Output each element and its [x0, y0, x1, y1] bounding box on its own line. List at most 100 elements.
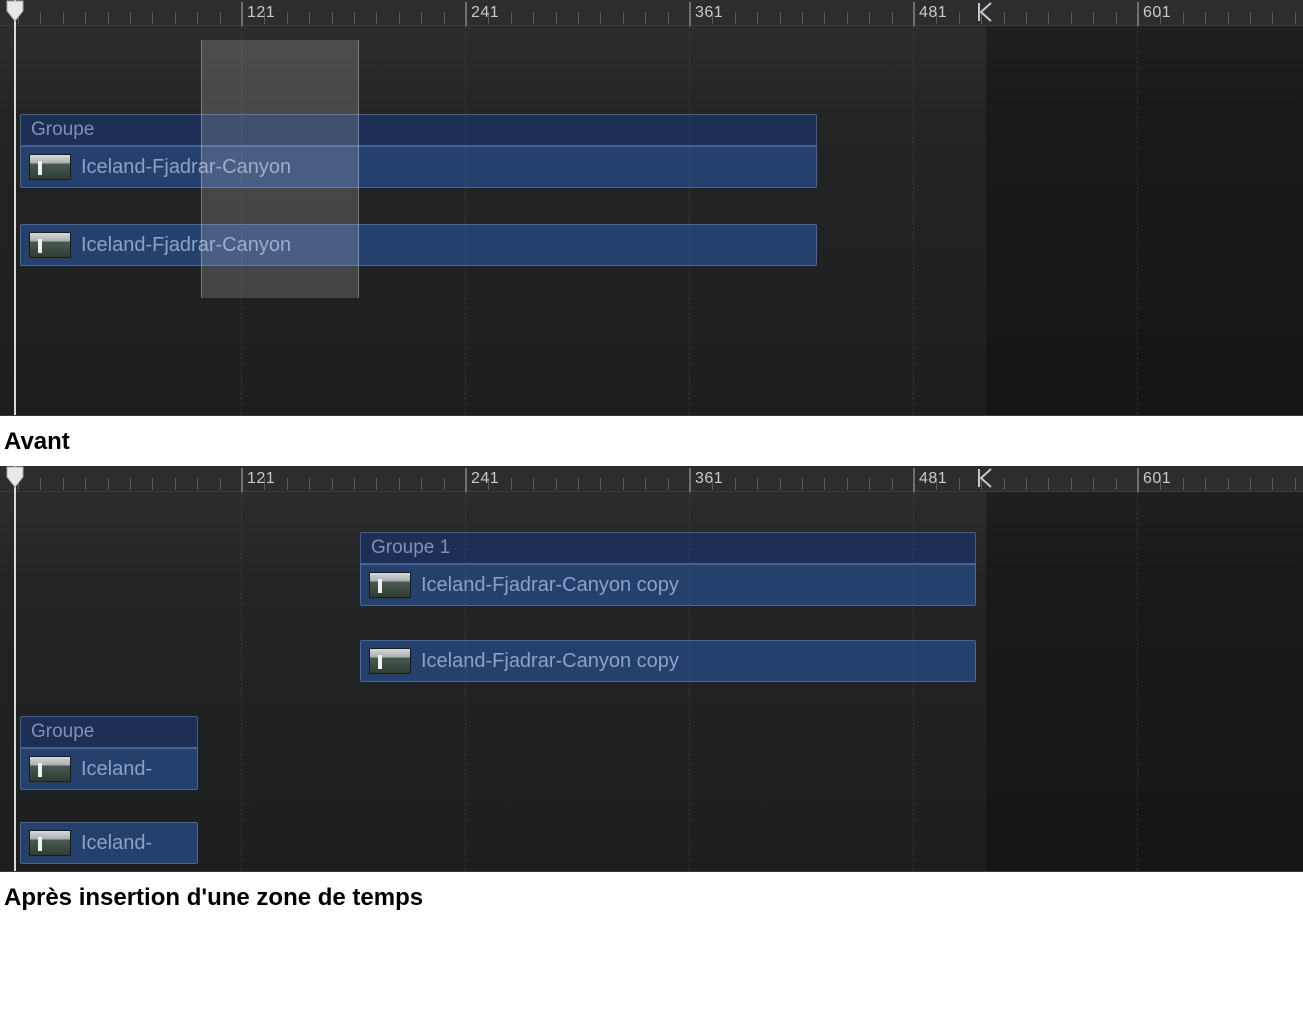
ruler-tick-major: [689, 2, 691, 26]
group-label: Groupe 1: [371, 537, 450, 558]
ruler-tick-major: [241, 468, 243, 492]
ruler-tick-minor: [1295, 478, 1296, 490]
ruler-tick-minor: [623, 478, 624, 490]
ruler-tick-minor: [1004, 12, 1005, 24]
ruler-tick-minor: [645, 12, 646, 24]
ruler-tick-label: 241: [471, 470, 499, 488]
ruler-tick-minor: [108, 478, 109, 490]
inactive-region: [986, 26, 1303, 415]
ruler-tick-minor: [220, 12, 221, 24]
ruler-tick-minor: [354, 478, 355, 490]
ruler-tick-minor: [399, 478, 400, 490]
ruler-tick-minor: [421, 478, 422, 490]
ruler-tick-minor: [824, 478, 825, 490]
clip-thumbnail: [29, 830, 71, 856]
ruler-tick-major: [913, 2, 915, 26]
ruler-tick-minor: [376, 478, 377, 490]
ruler-tick-minor: [1272, 12, 1273, 24]
clip-label: Iceland-: [81, 758, 152, 781]
playhead-handle-icon[interactable]: [6, 0, 24, 22]
ruler-tick-minor: [780, 478, 781, 490]
ruler-tick-minor: [332, 478, 333, 490]
ruler-tick-minor: [1205, 12, 1206, 24]
ruler-tick-minor: [332, 12, 333, 24]
ruler-tick-minor: [287, 478, 288, 490]
playhead[interactable]: [14, 0, 16, 415]
ruler-tick-minor: [556, 478, 557, 490]
ruler-tick-label: 361: [695, 470, 723, 488]
ruler-tick-major: [1137, 468, 1139, 492]
ruler-tick-minor: [1026, 12, 1027, 24]
playhead-handle-icon[interactable]: [6, 466, 24, 488]
ruler-tick-minor: [511, 12, 512, 24]
ruler-tick-minor: [556, 12, 557, 24]
out-point-marker-icon[interactable]: [978, 2, 992, 22]
timeline-after[interactable]: 121241361481601 Groupe 1 Iceland-Fjadrar…: [0, 466, 1303, 872]
ruler-tick-minor: [152, 12, 153, 24]
vertical-gridline: [1137, 26, 1138, 415]
ruler[interactable]: 121241361481601: [0, 0, 1303, 26]
ruler-tick-major: [465, 2, 467, 26]
ruler-tick-minor: [847, 12, 848, 24]
ruler-tick-minor: [85, 478, 86, 490]
ruler-tick-minor: [735, 12, 736, 24]
ruler-tick-minor: [757, 12, 758, 24]
ruler-tick-minor: [1048, 478, 1049, 490]
ruler-tick-minor: [959, 12, 960, 24]
ruler-tick-label: 601: [1143, 470, 1171, 488]
ruler-tick-minor: [824, 12, 825, 24]
ruler-tick-minor: [309, 478, 310, 490]
ruler-tick-minor: [444, 12, 445, 24]
ruler-tick-minor: [40, 478, 41, 490]
clip-bar[interactable]: Iceland-: [20, 822, 198, 864]
ruler-tick-minor: [1116, 12, 1117, 24]
ruler-tick-minor: [578, 12, 579, 24]
out-point-marker-icon[interactable]: [978, 468, 992, 488]
ruler-tick-minor: [668, 478, 669, 490]
clip-bar[interactable]: Iceland-Fjadrar-Canyon copy: [360, 564, 976, 606]
ruler-tick-minor: [287, 12, 288, 24]
ruler-tick-minor: [1071, 478, 1072, 490]
group-header[interactable]: Groupe: [20, 114, 817, 146]
ruler-tick-label: 481: [919, 470, 947, 488]
ruler-tick-minor: [645, 478, 646, 490]
ruler-tick-minor: [40, 12, 41, 24]
clip-bar[interactable]: Iceland-Fjadrar-Canyon: [20, 146, 817, 188]
clip-bar[interactable]: Iceland-Fjadrar-Canyon copy: [360, 640, 976, 682]
ruler-tick-minor: [668, 12, 669, 24]
ruler-tick-minor: [1183, 12, 1184, 24]
clip-bar[interactable]: Iceland-: [20, 748, 198, 790]
clip-thumbnail: [369, 648, 411, 674]
ruler-tick-label: 241: [471, 4, 499, 22]
ruler-tick-minor: [1205, 478, 1206, 490]
clip-bar[interactable]: Iceland-Fjadrar-Canyon: [20, 224, 817, 266]
group-header[interactable]: Groupe: [20, 716, 198, 748]
ruler-tick-minor: [175, 478, 176, 490]
ruler-tick-minor: [108, 12, 109, 24]
ruler-tick-minor: [802, 478, 803, 490]
ruler-tick-minor: [152, 478, 153, 490]
ruler-tick-minor: [1093, 12, 1094, 24]
selection-rectangle[interactable]: [201, 40, 359, 298]
vertical-gridline: [913, 492, 914, 871]
ruler-tick-minor: [869, 478, 870, 490]
ruler-tick-minor: [1071, 12, 1072, 24]
timeline-before[interactable]: 121241361481601 Groupe Iceland-Fjadrar-C…: [0, 0, 1303, 416]
ruler-tick-minor: [421, 12, 422, 24]
ruler-tick-minor: [197, 12, 198, 24]
vertical-gridline: [689, 492, 690, 871]
ruler-tick-major: [689, 468, 691, 492]
ruler-tick-minor: [802, 12, 803, 24]
playhead[interactable]: [14, 466, 16, 871]
ruler[interactable]: 121241361481601: [0, 466, 1303, 492]
ruler-tick-minor: [197, 478, 198, 490]
ruler-tick-label: 361: [695, 4, 723, 22]
ruler-tick-minor: [533, 12, 534, 24]
ruler-tick-label: 121: [247, 4, 275, 22]
ruler-tick-minor: [578, 478, 579, 490]
caption-after: Après insertion d'une zone de temps: [0, 872, 1303, 922]
ruler-tick-minor: [1295, 12, 1296, 24]
group-header[interactable]: Groupe 1: [360, 532, 976, 564]
ruler-tick-minor: [780, 12, 781, 24]
ruler-tick-minor: [130, 12, 131, 24]
